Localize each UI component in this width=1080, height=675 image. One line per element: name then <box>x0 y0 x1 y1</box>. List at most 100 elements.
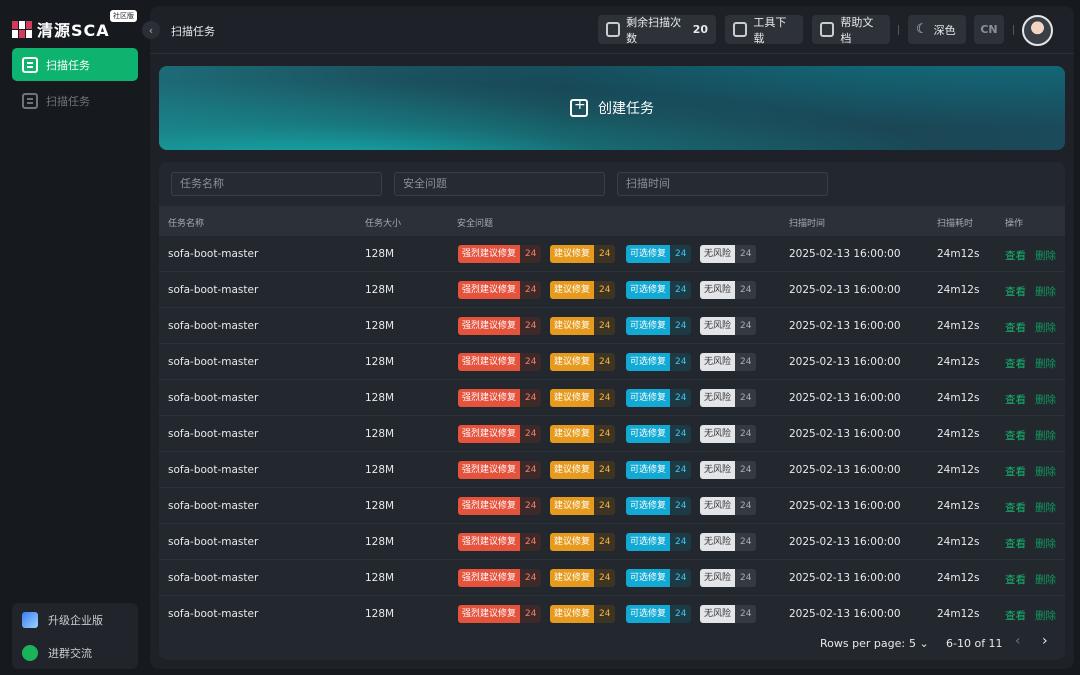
delete-button[interactable]: 删除 <box>1035 428 1056 443</box>
view-button[interactable]: 查看 <box>1005 428 1026 443</box>
delete-button[interactable]: 删除 <box>1035 356 1056 371</box>
remaining-scans-button[interactable]: 剩余扫描次数 20 <box>598 15 716 45</box>
scan-time-cell: 2025-02-13 16:00:00 <box>789 392 901 404</box>
suggest-fix-tag: 建议修复 24 <box>550 317 616 335</box>
delete-button[interactable]: 删除 <box>1035 536 1056 551</box>
security-issue-filter-input[interactable]: 安全问题 <box>394 172 605 196</box>
scan-time-cell: 2025-02-13 16:00:00 <box>789 248 901 260</box>
main-panel: 扫描任务 剩余扫描次数 20 工具下载 帮助文档 ☾ 深色 CN 创建任务 <box>150 6 1074 669</box>
scan-duration-cell: 24m12s <box>937 320 980 332</box>
scan-duration-cell: 24m12s <box>937 572 980 584</box>
upgrade-icon <box>22 611 38 628</box>
no-risk-tag: 无风险 24 <box>700 605 757 623</box>
delete-button[interactable]: 删除 <box>1035 608 1056 623</box>
tool-download-button[interactable]: 工具下载 <box>725 15 803 45</box>
page-range: 6-10 of 11 <box>946 637 1003 650</box>
avatar[interactable] <box>1022 15 1053 46</box>
view-button[interactable]: 查看 <box>1005 500 1026 515</box>
suggest-fix-tag: 建议修复 24 <box>550 569 616 587</box>
app-logo[interactable]: 清源SCA <box>12 17 110 41</box>
topbar: 扫描任务 剩余扫描次数 20 工具下载 帮助文档 ☾ 深色 CN <box>150 6 1074 54</box>
view-button[interactable]: 查看 <box>1005 248 1026 263</box>
strong-fix-tag: 强烈建议修复 24 <box>458 281 542 299</box>
table-row: sofa-boot-master 128M 强烈建议修复 24 建议修复 24 可选修复 24… <box>159 308 1065 344</box>
task-name-cell: sofa-boot-master <box>168 320 259 332</box>
table-row: sofa-boot-master 128M 强烈建议修复 24 建议修复 24 可选修复 24… <box>159 524 1065 560</box>
no-risk-tag: 无风险 24 <box>700 425 757 443</box>
sidebar-item-scan-tasks[interactable]: 扫描任务 <box>12 48 138 81</box>
task-size-cell: 128M <box>365 500 395 512</box>
strong-fix-tag: 强烈建议修复 24 <box>458 425 542 443</box>
table-row: sofa-boot-master 128M 强烈建议修复 24 建议修复 24 可选修复 24… <box>159 560 1065 596</box>
scan-time-cell: 2025-02-13 16:00:00 <box>789 284 901 296</box>
scan-time-cell: 2025-02-13 16:00:00 <box>789 500 901 512</box>
help-docs-button[interactable]: 帮助文档 <box>812 15 890 45</box>
delete-button[interactable]: 删除 <box>1035 500 1056 515</box>
no-risk-tag: 无风险 24 <box>700 533 757 551</box>
suggest-fix-tag: 建议修复 24 <box>550 389 616 407</box>
chevron-left-icon: ‹ <box>148 23 154 37</box>
scan-time-cell: 2025-02-13 16:00:00 <box>789 464 901 476</box>
strong-fix-tag: 强烈建议修复 24 <box>458 245 542 263</box>
join-group-label: 进群交流 <box>48 646 92 660</box>
optional-fix-tag: 可选修复 24 <box>626 389 692 407</box>
view-button[interactable]: 查看 <box>1005 284 1026 299</box>
delete-button[interactable]: 删除 <box>1035 464 1056 479</box>
rows-per-page-select[interactable]: 5 ⌄ <box>909 637 929 650</box>
chevron-right-icon: › <box>1042 633 1048 649</box>
suggest-fix-tag: 建议修复 24 <box>550 605 616 623</box>
strong-fix-tag: 强烈建议修复 24 <box>458 605 542 623</box>
delete-button[interactable]: 删除 <box>1035 284 1056 299</box>
view-button[interactable]: 查看 <box>1005 536 1026 551</box>
moon-icon: ☾ <box>916 22 928 37</box>
scroll-icon <box>22 56 38 73</box>
create-task-banner[interactable]: 创建任务 <box>159 66 1065 150</box>
page-title: 扫描任务 <box>171 25 215 38</box>
strong-fix-tag: 强烈建议修复 24 <box>458 389 542 407</box>
no-risk-tag: 无风险 24 <box>700 353 757 371</box>
column-header: 扫描耗时 <box>937 219 974 229</box>
no-risk-tag: 无风险 24 <box>700 497 757 515</box>
rows-per-page-value: 5 <box>909 637 916 650</box>
next-page-button[interactable]: › <box>1042 633 1048 649</box>
wechat-icon <box>22 644 38 661</box>
create-task-button[interactable]: 创建任务 <box>570 97 654 118</box>
prev-page-button[interactable]: ‹ <box>1015 633 1021 649</box>
task-size-cell: 128M <box>365 428 395 440</box>
view-button[interactable]: 查看 <box>1005 572 1026 587</box>
language-toggle-button[interactable]: CN <box>974 15 1004 44</box>
task-name-cell: sofa-boot-master <box>168 392 259 404</box>
scan-time-filter-input[interactable]: 扫描时间 <box>617 172 828 196</box>
suggest-fix-tag: 建议修复 24 <box>550 245 616 263</box>
view-button[interactable]: 查看 <box>1005 356 1026 371</box>
optional-fix-tag: 可选修复 24 <box>626 425 692 443</box>
table-body: sofa-boot-master 128M 强烈建议修复 24 建议修复 24 可选修复 24… <box>159 236 1065 624</box>
no-risk-tag: 无风险 24 <box>700 245 757 263</box>
download-icon <box>733 22 748 37</box>
remaining-scans-count: 20 <box>692 23 708 36</box>
theme-toggle-button[interactable]: ☾ 深色 <box>908 15 966 44</box>
divider <box>898 25 899 35</box>
suggest-fix-tag: 建议修复 24 <box>550 425 616 443</box>
tool-download-label: 工具下载 <box>753 15 787 45</box>
task-size-cell: 128M <box>365 572 395 584</box>
view-button[interactable]: 查看 <box>1005 608 1026 623</box>
table-row: sofa-boot-master 128M 强烈建议修复 24 建议修复 24 可选修复 24… <box>159 236 1065 272</box>
delete-button[interactable]: 删除 <box>1035 320 1056 335</box>
delete-button[interactable]: 删除 <box>1035 248 1056 263</box>
view-button[interactable]: 查看 <box>1005 464 1026 479</box>
task-name-cell: sofa-boot-master <box>168 428 259 440</box>
join-group-link[interactable]: 进群交流 <box>12 636 138 669</box>
no-risk-tag: 无风险 24 <box>700 569 757 587</box>
delete-button[interactable]: 删除 <box>1035 572 1056 587</box>
view-button[interactable]: 查看 <box>1005 320 1026 335</box>
upgrade-enterprise-link[interactable]: 升级企业版 <box>12 603 138 636</box>
task-name-filter-input[interactable]: 任务名称 <box>171 172 382 196</box>
sidebar-collapse-button[interactable]: ‹ <box>142 21 160 39</box>
suggest-fix-tag: 建议修复 24 <box>550 281 616 299</box>
task-size-cell: 128M <box>365 464 395 476</box>
delete-button[interactable]: 删除 <box>1035 392 1056 407</box>
sidebar-item-scan-tasks-secondary[interactable]: 扫描任务 <box>12 84 138 117</box>
no-risk-tag: 无风险 24 <box>700 317 757 335</box>
view-button[interactable]: 查看 <box>1005 392 1026 407</box>
